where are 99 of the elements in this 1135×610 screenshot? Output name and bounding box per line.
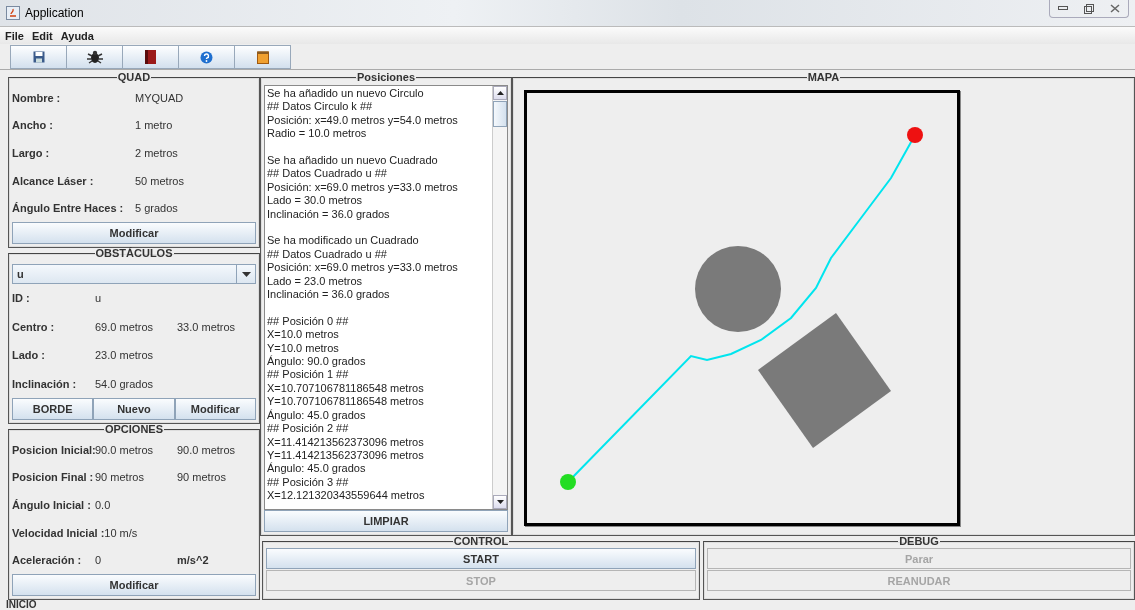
log-line: Lado = 23.0 metros (267, 274, 364, 289)
field-value: 90.0 metros (95, 443, 155, 456)
log-line: Ángulo: 45.0 grados (267, 462, 367, 476)
button[interactable]: Modificar (12, 574, 256, 596)
field-label: Posicion Inicial: (12, 443, 95, 456)
button[interactable]: Modificar (12, 222, 256, 244)
log-line: X=10.0 metros (267, 328, 340, 342)
log-line: X=10.707106781186548 metros (267, 381, 425, 396)
button[interactable]: Modificar (174, 398, 256, 420)
field-value: 5 grados (135, 202, 179, 215)
unit-label: m/s^2 (177, 554, 209, 567)
log-line: Lado = 30.0 metros (267, 194, 364, 208)
log-line: Radio = 10.0 metros (267, 127, 368, 141)
panel-title: QUAD (116, 72, 152, 82)
log-line: ## Datos Cuadrado u ## (267, 247, 388, 262)
scroll-down-icon (496, 500, 504, 504)
menu-item[interactable]: File (5, 29, 24, 42)
log-line: Posición: x=49.0 metros y=54.0 metros (267, 113, 459, 128)
book-icon (145, 50, 156, 64)
field-label: ID : (12, 292, 31, 305)
log-line: Inclinación = 36.0 grados (267, 207, 391, 222)
panel-title: DEBUG (898, 536, 940, 546)
field-label: Largo : (12, 147, 51, 159)
field-label: Velocidad Inicial : (12, 526, 105, 539)
panel-title: MAPA (806, 72, 841, 82)
field-value: 69.0 metros (95, 320, 155, 333)
end-marker (907, 127, 923, 143)
obstacle-dropdown[interactable]: u (12, 264, 256, 284)
log-line: Posición: x=69.0 metros y=33.0 metros (267, 180, 459, 195)
field-value: u (95, 292, 103, 305)
field-label: Lado : (12, 349, 46, 362)
log-line: Posición: x=69.0 metros y=33.0 metros (267, 261, 459, 275)
menu-item[interactable]: Ayuda (60, 29, 94, 42)
maximize-icon (1084, 3, 1094, 14)
log-line: ## Datos Cuadrado u ## (267, 167, 388, 181)
field-label: Alcance Láser : (12, 174, 95, 187)
log-line: Y=10.0 metros (267, 341, 340, 355)
caret-icon (241, 271, 251, 277)
button[interactable]: START (266, 548, 696, 569)
field-value: 0 (95, 554, 103, 567)
field-label: Ángulo Entre Haces : (12, 202, 125, 215)
log-line: Inclinación = 36.0 grados (267, 288, 391, 302)
field-label: Inclinación : (12, 377, 78, 390)
field-label: Aceleración : (12, 554, 83, 567)
start-marker (560, 474, 576, 490)
field-value: 1 metro (135, 119, 174, 132)
field-label: Ancho : (12, 119, 54, 132)
field-value: 2 metros (135, 147, 179, 159)
panel-title: CONTROL (452, 536, 510, 546)
field-label: Nombre : (12, 91, 62, 104)
scrollbar[interactable] (492, 86, 507, 509)
panel-title: OBSTÁCULOS (94, 248, 174, 258)
field-value: 90.0 metros (177, 443, 237, 456)
log-line: ## Posición 2 ## (267, 422, 350, 436)
field-value: 0.0 (95, 499, 112, 511)
log-line: Se ha modificado un Cuadrado (267, 234, 420, 248)
log-line: Ángulo: 45.0 grados (267, 408, 367, 423)
log-line: Ángulo: 90.0 grados (267, 355, 367, 369)
window-title: Application (25, 6, 85, 20)
panel-title: Posiciones (355, 72, 417, 82)
field-label: Ángulo Inicial : (12, 499, 92, 511)
log-line: Se ha añadido un nuevo Cuadrado (267, 154, 439, 168)
log-line: Y=10.707106781186548 metros (267, 395, 425, 409)
log-line: ## Posición 3 ## (267, 475, 350, 490)
toolbar-button[interactable] (10, 45, 67, 69)
field-label: Posicion Final : (12, 471, 95, 484)
log-line: X=12.121320343559644 metros (267, 489, 426, 503)
log-line: ## Datos Circulo k ## (267, 100, 374, 114)
log-line: Y=11.414213562373096 metros (267, 448, 425, 462)
field-value: 33.0 metros (177, 320, 237, 333)
status-text: INICIO (5, 600, 38, 610)
log-line: ## Posición 0 ## (267, 314, 350, 329)
log-line: ## Posición 1 ## (267, 368, 350, 382)
field-value: MYQUAD (135, 91, 185, 104)
field-label: Centro : (12, 320, 56, 333)
field-value: 90 metros (177, 471, 227, 484)
scroll-up-icon (496, 91, 504, 95)
field-value: 54.0 grados (95, 377, 155, 390)
menu-item[interactable]: Edit (31, 29, 53, 42)
field-value: 50 metros (135, 174, 185, 187)
app-icon (6, 6, 20, 20)
notepad-icon (256, 50, 269, 64)
bug-icon (86, 50, 103, 64)
toolbar-button[interactable] (66, 45, 123, 69)
field-value: 23.0 metros (95, 349, 155, 362)
log-line: Se ha añadido un nuevo Circulo (267, 87, 425, 101)
close-icon (1110, 4, 1120, 13)
minimize-icon (1058, 6, 1068, 11)
scroll-thumb[interactable] (493, 101, 507, 127)
button[interactable]: Nuevo (93, 398, 175, 420)
save-icon (32, 51, 45, 63)
help-icon (200, 50, 213, 64)
toolbar-button[interactable] (122, 45, 179, 69)
button[interactable]: LIMPIAR (264, 510, 508, 532)
panel-title: OPCIONES (103, 424, 165, 434)
field-value: 90 metros (95, 471, 145, 484)
log-line: X=11.414213562373096 metros (267, 435, 425, 449)
field-value: 10 m/s (104, 526, 139, 539)
button[interactable]: BORDE (12, 398, 94, 420)
